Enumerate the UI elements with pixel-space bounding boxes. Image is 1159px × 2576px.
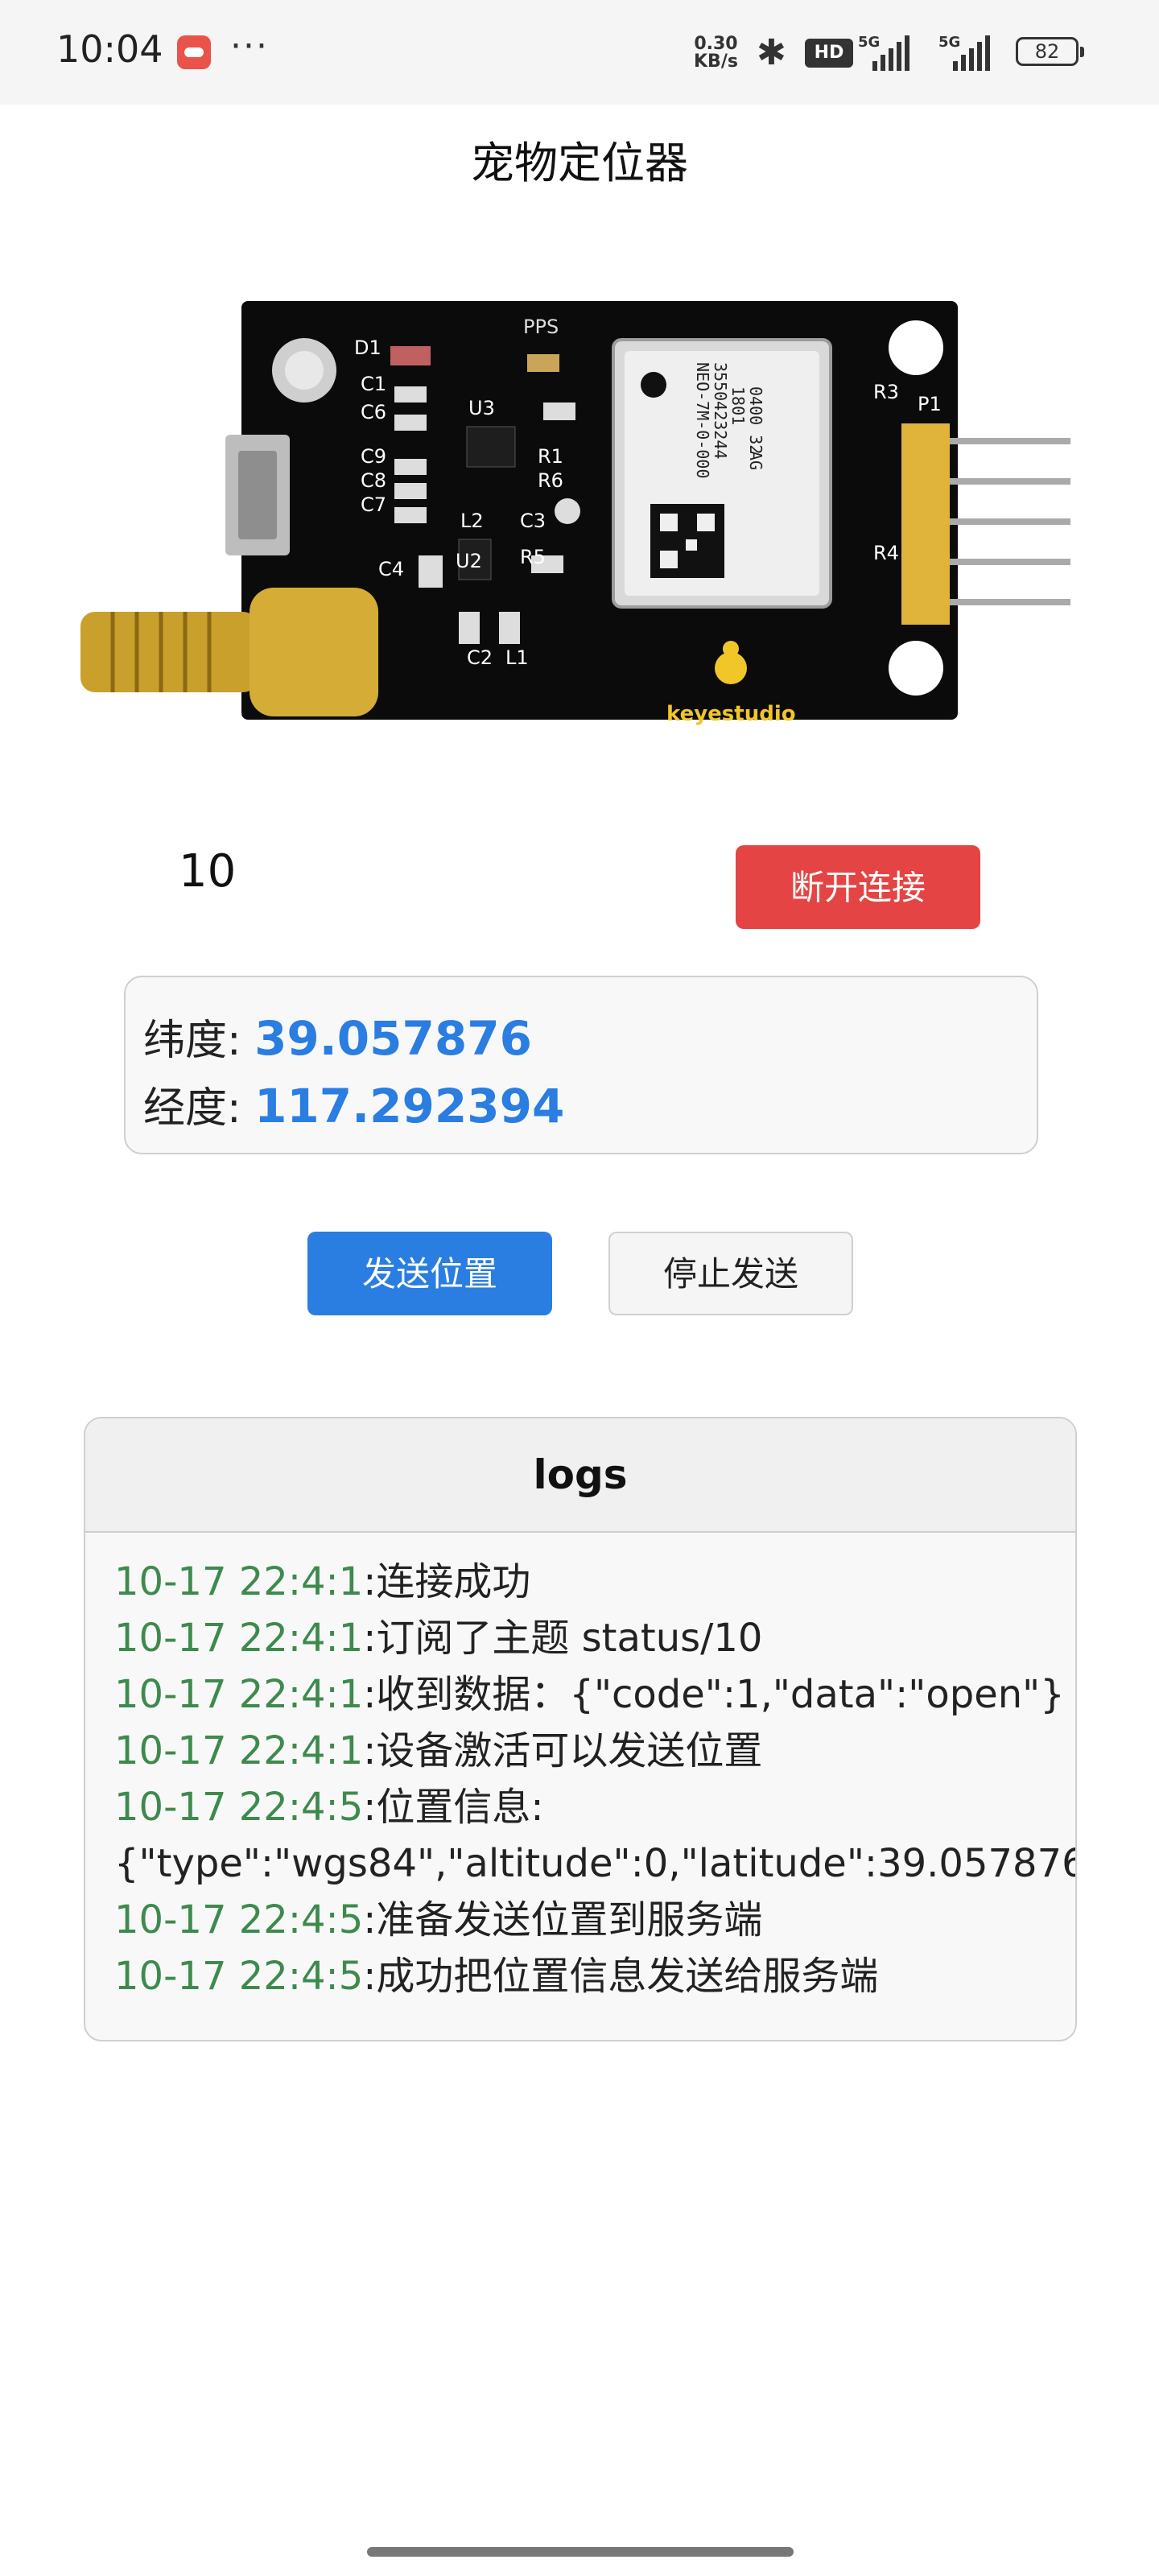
page-title: 宠物定位器 <box>471 138 688 188</box>
silk-label: C1 <box>361 373 386 395</box>
log-entry: 10-17 22:4:1:收到数据：{"code":1,"data":"open… <box>114 1666 1075 1723</box>
gps-module-image: PPS D1 C1 C6 U3 C9 C8 C7 R1 R6 L2 C3 C4 … <box>80 301 1070 726</box>
bluetooth-icon: ✱ <box>757 32 786 73</box>
disconnect-button[interactable]: 断开连接 <box>736 845 980 929</box>
log-time: 10-17 22:4:1 <box>114 1728 364 1773</box>
longitude-value: 117.292394 <box>254 1079 565 1133</box>
silk-label: R4 <box>873 542 899 564</box>
coordinates-card: 纬度: 39.057876 经度: 117.292394 <box>124 976 1038 1154</box>
log-message: :设备激活可以发送位置 <box>363 1728 763 1773</box>
latitude-value: 39.057876 <box>254 1011 532 1066</box>
logs-title: logs <box>85 1418 1075 1533</box>
log-time: 10-17 22:4:5 <box>114 1785 364 1830</box>
log-entry: 10-17 22:4:5:位置信息: <box>114 1779 1075 1835</box>
latitude-label: 纬度: <box>143 1017 241 1065</box>
silk-label: PPS <box>523 316 559 338</box>
log-time: 10-17 22:4:1 <box>114 1616 364 1661</box>
hd-voice-badge: HD <box>805 39 853 68</box>
silk-label: U2 <box>456 550 482 572</box>
stop-sending-button[interactable]: 停止发送 <box>608 1232 853 1315</box>
silk-label: R1 <box>538 445 563 468</box>
log-message: :位置信息: <box>363 1785 544 1830</box>
network-speed: 0.30 KB/s <box>694 35 738 71</box>
silk-label: C6 <box>361 401 386 423</box>
logs-list: 10-17 22:4:1:连接成功 10-17 22:4:1:订阅了主题 sta… <box>85 1533 1075 2004</box>
battery-icon: 82 <box>1016 37 1084 66</box>
log-entry: 10-17 22:4:1:订阅了主题 status/10 <box>114 1610 1075 1666</box>
network-speed-value: 0.30 <box>694 34 738 54</box>
module-model: NEO-7M-0-000 <box>693 362 712 479</box>
silk-label: P1 <box>918 393 942 415</box>
device-id: 10 <box>179 845 237 898</box>
silk-label: U3 <box>468 397 495 419</box>
module-lot: 1801 <box>728 386 748 425</box>
latitude-row: 纬度: 39.057876 <box>143 1006 532 1067</box>
app-notification-icon <box>177 35 211 69</box>
status-bar: 10:04 ··· 0.30 KB/s ✱ HD 5G 5G 82 宠物定位器 <box>0 0 1159 188</box>
more-notifications-icon: ··· <box>230 26 269 67</box>
log-message: {"type":"wgs84","altitude":0,"latitude":… <box>114 1841 1077 1886</box>
log-time: 10-17 22:4:1 <box>114 1559 364 1604</box>
module-mark: AG <box>746 451 765 470</box>
home-indicator[interactable] <box>367 2547 794 2557</box>
silk-label: C7 <box>361 493 386 516</box>
silk-label: L1 <box>505 646 529 669</box>
silk-label: C8 <box>361 469 386 492</box>
silk-label: L2 <box>460 510 484 532</box>
status-time: 10:04 <box>56 27 163 71</box>
log-message: :收到数据：{"code":1,"data":"open"} <box>363 1672 1065 1717</box>
silk-label: D1 <box>354 336 382 359</box>
log-message: :准备发送位置到服务端 <box>363 1897 763 1942</box>
silk-label: R5 <box>520 546 546 568</box>
logs-panel[interactable]: logs 10-17 22:4:1:连接成功 10-17 22:4:1:订阅了主… <box>84 1417 1077 2041</box>
log-entry-continuation: {"type":"wgs84","altitude":0,"latitude":… <box>114 1835 1075 1892</box>
log-entry: 10-17 22:4:1:连接成功 <box>114 1554 1075 1610</box>
network-speed-unit: KB/s <box>694 52 738 72</box>
log-entry: 10-17 22:4:5:准备发送位置到服务端 <box>114 1892 1075 1948</box>
log-message: :成功把位置信息发送给服务端 <box>363 1954 879 1999</box>
silk-label: C4 <box>378 558 404 580</box>
module-serial: 3550423244 <box>711 362 730 459</box>
log-entry: 10-17 22:4:1:设备激活可以发送位置 <box>114 1723 1075 1779</box>
log-message: :连接成功 <box>363 1559 531 1604</box>
module-brand: keyestudio <box>666 702 796 726</box>
log-time: 10-17 22:4:1 <box>114 1672 364 1717</box>
silk-label: C3 <box>520 510 546 532</box>
silk-label: R6 <box>538 469 563 492</box>
longitude-row: 经度: 117.292394 <box>143 1074 564 1134</box>
log-message: :订阅了主题 status/10 <box>363 1616 763 1661</box>
log-time: 10-17 22:4:5 <box>114 1954 364 1999</box>
log-time: 10-17 22:4:5 <box>114 1897 364 1942</box>
silk-label: R3 <box>873 381 899 403</box>
silk-label: C9 <box>361 445 386 468</box>
module-code: 0400 32 <box>746 386 765 454</box>
silk-label: C2 <box>467 646 493 669</box>
send-location-button[interactable]: 发送位置 <box>307 1232 552 1315</box>
log-entry: 10-17 22:4:5:成功把位置信息发送给服务端 <box>114 1948 1075 2004</box>
longitude-label: 经度: <box>143 1084 241 1133</box>
signal-icon: 5G <box>858 32 926 71</box>
signal-icon: 5G <box>938 32 1006 71</box>
